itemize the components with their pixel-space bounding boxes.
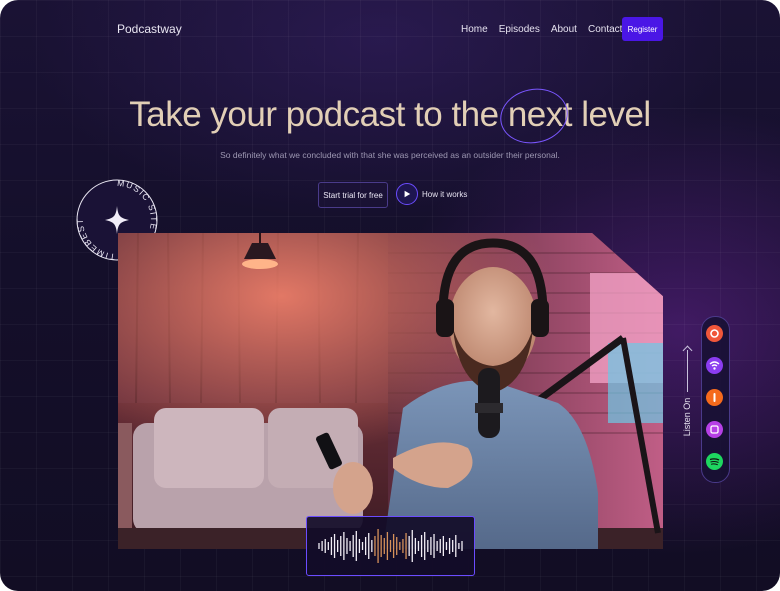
hero-subtitle: So definitely what we concluded with tha… xyxy=(220,150,560,160)
main-nav: Home Episodes About Contact xyxy=(461,24,622,35)
nav-about[interactable]: About xyxy=(551,24,577,35)
page-frame: Podcastway Home Episodes About Contact R… xyxy=(0,0,780,591)
play-icon xyxy=(404,190,411,198)
register-button[interactable]: Register xyxy=(622,17,663,41)
nav-home[interactable]: Home xyxy=(461,24,488,35)
audio-waveform-player[interactable] xyxy=(306,516,475,576)
hero-title: Take your podcast to the next level xyxy=(0,82,780,150)
podcast-host-photo xyxy=(118,233,663,549)
listen-on-label: Listen On xyxy=(682,397,692,437)
spotify-icon[interactable] xyxy=(706,453,723,470)
podcast-app-icon[interactable] xyxy=(706,325,723,342)
how-it-works-link[interactable]: How it works xyxy=(422,190,467,199)
wifi-podcast-icon[interactable] xyxy=(706,357,723,374)
waveform-icon xyxy=(318,529,463,563)
hero-title-end: level xyxy=(572,95,651,134)
google-podcasts-icon[interactable] xyxy=(706,421,723,438)
start-trial-button[interactable]: Start trial for free xyxy=(318,182,388,208)
play-button[interactable] xyxy=(396,183,418,205)
nav-episodes[interactable]: Episodes xyxy=(499,24,540,35)
castbox-icon[interactable] xyxy=(706,389,723,406)
hero-photo xyxy=(118,233,663,549)
nav-contact[interactable]: Contact xyxy=(588,24,622,35)
hero-title-start: Take your podcast to the xyxy=(129,95,508,134)
hero-title-highlight: next xyxy=(494,82,573,150)
listen-line xyxy=(687,350,688,392)
logo[interactable]: Podcastway xyxy=(117,22,182,36)
